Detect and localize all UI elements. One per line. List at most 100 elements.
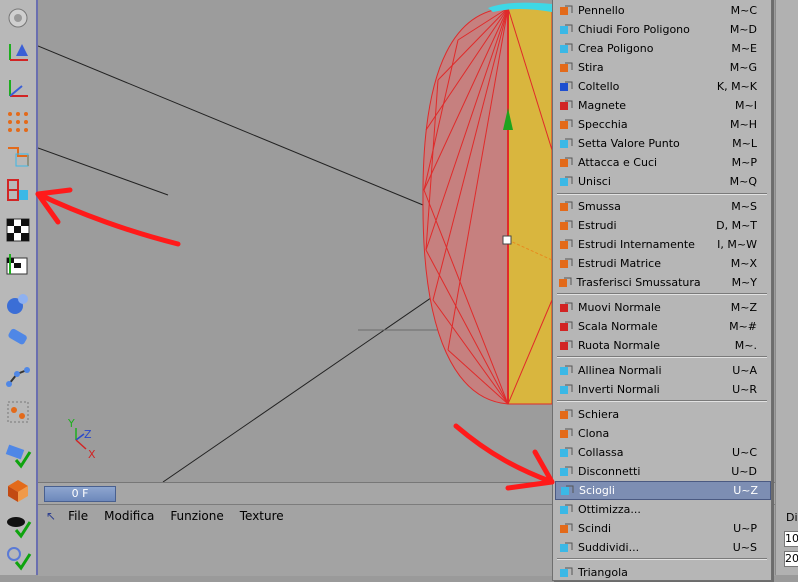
magnet-icon: [558, 98, 574, 114]
menu-item-label: Clona: [578, 427, 610, 440]
animation-key-icon[interactable]: [3, 396, 33, 428]
menu-item-shortcut: U~C: [732, 446, 757, 459]
render-check-icon[interactable]: [3, 440, 33, 472]
menu-item-stitch-sew[interactable]: Attacca e Cuci M~P: [555, 153, 769, 172]
edges-mode-icon[interactable]: [3, 140, 33, 172]
menu-item-reverse-normals[interactable]: Inverti Normali U~R: [555, 380, 769, 399]
texture-mode-icon[interactable]: [3, 214, 33, 246]
menu-item-iron[interactable]: Stira M~G: [555, 58, 769, 77]
attributes-tab[interactable]: Dir: [786, 511, 798, 524]
menu-item-bevel[interactable]: Smussa M~S: [555, 197, 769, 216]
undo-view-icon[interactable]: [3, 2, 33, 34]
model-tool-icon[interactable]: [3, 72, 33, 104]
menu-modifica[interactable]: Modifica: [96, 509, 162, 523]
menu-item-extrude[interactable]: Estrudi D, M~T: [555, 216, 769, 235]
align-normals-icon: [558, 363, 574, 379]
menu-item-label: Crea Poligono: [578, 42, 654, 55]
menu-item-split[interactable]: Scindi U~P: [555, 519, 769, 538]
extrude-inner-icon: [558, 237, 574, 253]
material-check-icon[interactable]: [3, 510, 33, 542]
polygon-mesh[interactable]: [422, 2, 553, 405]
knife-icon: [558, 79, 574, 95]
camera-axis-icon[interactable]: [3, 36, 33, 68]
menu-item-array[interactable]: Schiera: [555, 405, 769, 424]
menu-item-label: Unisci: [578, 175, 611, 188]
menu-item-triangulate[interactable]: Triangola: [555, 563, 769, 582]
collapse-icon: [558, 445, 574, 461]
menu-item-normal-move[interactable]: Muovi Normale M~Z: [555, 298, 769, 317]
object-edit-icon[interactable]: [3, 474, 33, 506]
menu-item-weld[interactable]: Unisci M~Q: [555, 172, 769, 191]
menu-item-knife[interactable]: Coltello K, M~K: [555, 77, 769, 96]
manager-arrow-icon[interactable]: ↖: [38, 509, 60, 523]
menu-item-collapse[interactable]: Collassa U~C: [555, 443, 769, 462]
menu-separator: [557, 293, 767, 295]
menu-item-close-hole[interactable]: Chiudi Foro Poligono M~D: [555, 20, 769, 39]
sculpt-sphere-icon[interactable]: [3, 288, 33, 320]
polygons-mode-icon[interactable]: [3, 174, 33, 206]
menu-item-align-normals[interactable]: Allinea Normali U~A: [555, 361, 769, 380]
menu-item-label: Chiudi Foro Poligono: [578, 23, 690, 36]
attribute-field-1[interactable]: 100: [784, 531, 798, 547]
menu-item-create-polygon[interactable]: Crea Poligono M~E: [555, 39, 769, 58]
menu-item-label: Ruota Normale: [578, 339, 660, 352]
axis-y-label: Y: [68, 417, 75, 430]
menu-item-normal-scale[interactable]: Scala Normale M~#: [555, 317, 769, 336]
menu-separator: [557, 356, 767, 358]
clone-icon: [558, 426, 574, 442]
menu-item-label: Estrudi Matrice: [578, 257, 661, 270]
menu-item-shortcut: K, M~K: [716, 80, 757, 93]
menu-item-brush[interactable]: Pennello M~C: [555, 1, 769, 20]
menu-item-shortcut: M~D: [729, 23, 757, 36]
ik-chain-icon[interactable]: [3, 360, 33, 392]
menu-item-shortcut: U~A: [732, 364, 757, 377]
subdivide-icon: [558, 540, 574, 556]
menu-item-shortcut: M~L: [732, 137, 757, 150]
current-frame-field[interactable]: 0 F: [44, 486, 116, 502]
object-center-icon: [502, 235, 512, 245]
menu-item-set-point-value[interactable]: Setta Valore Punto M~L: [555, 134, 769, 153]
brush-icon: [558, 3, 574, 19]
menu-item-optimize[interactable]: Ottimizza...: [555, 500, 769, 519]
menu-item-melt[interactable]: Sciogli U~Z: [555, 481, 771, 500]
grid-line: [38, 45, 424, 206]
grid-line: [38, 147, 169, 196]
menu-item-matrix-extrude[interactable]: Estrudi Matrice M~X: [555, 254, 769, 273]
menu-item-shortcut: U~Z: [733, 484, 758, 497]
triangulate-icon: [558, 565, 574, 581]
points-mode-icon[interactable]: [3, 106, 33, 138]
xpresso-check-icon[interactable]: [3, 542, 33, 574]
brush-tool-icon[interactable]: [3, 322, 33, 354]
menu-item-extrude-inner[interactable]: Estrudi Internamente I, M~W: [555, 235, 769, 254]
extrude-icon: [558, 218, 574, 234]
menu-item-label: Disconnetti: [578, 465, 641, 478]
attribute-field-2[interactable]: 200: [784, 551, 798, 567]
menu-item-shortcut: M~Q: [729, 175, 757, 188]
menu-texture[interactable]: Texture: [232, 509, 292, 523]
menu-item-shortcut: U~D: [731, 465, 757, 478]
menu-separator: [557, 558, 767, 560]
object-axis-icon[interactable]: [3, 248, 33, 280]
menu-item-shortcut: M~H: [730, 118, 757, 131]
split-icon: [558, 521, 574, 537]
close-hole-icon: [558, 22, 574, 38]
menu-item-label: Sciogli: [579, 484, 615, 497]
melt-icon: [559, 483, 575, 499]
menu-separator: [557, 400, 767, 402]
menu-item-shortcut: M~Y: [731, 276, 757, 289]
menu-item-magnet[interactable]: Magnete M~I: [555, 96, 769, 115]
menu-item-normal-rotate[interactable]: Ruota Normale M~.: [555, 336, 769, 355]
menu-funzione[interactable]: Funzione: [162, 509, 231, 523]
menu-item-clone[interactable]: Clona: [555, 424, 769, 443]
menu-item-shortcut: U~P: [733, 522, 757, 535]
stitch-sew-icon: [558, 155, 574, 171]
menu-item-smooth-shift[interactable]: Trasferisci Smussatura M~Y: [555, 273, 769, 292]
menu-item-disconnect[interactable]: Disconnetti U~D: [555, 462, 769, 481]
menu-item-shortcut: M~S: [731, 200, 757, 213]
matrix-extrude-icon: [558, 256, 574, 272]
menu-item-label: Trasferisci Smussatura: [576, 276, 701, 289]
menu-item-shortcut: I, M~W: [717, 238, 757, 251]
menu-item-mirror[interactable]: Specchia M~H: [555, 115, 769, 134]
menu-file[interactable]: File: [60, 509, 96, 523]
menu-item-subdivide[interactable]: Suddividi... U~S: [555, 538, 769, 557]
